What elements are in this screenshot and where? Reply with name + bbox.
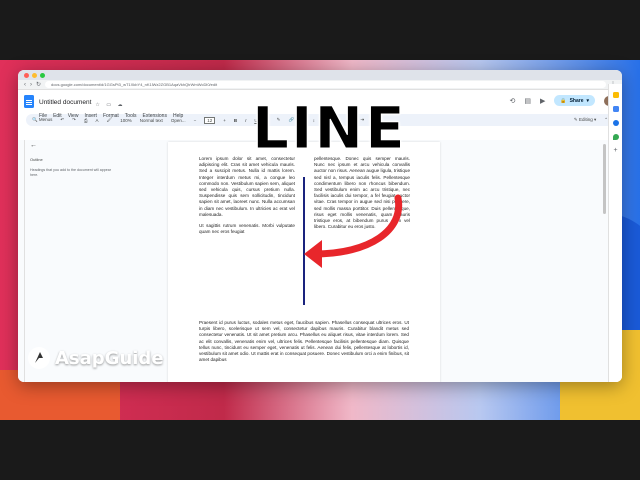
close-window-icon[interactable] bbox=[24, 72, 29, 78]
outline-label: Outline bbox=[30, 157, 43, 162]
menu-tools[interactable]: Tools bbox=[125, 113, 137, 119]
italic-icon[interactable]: I bbox=[245, 118, 246, 123]
lock-icon: 🔒 bbox=[560, 97, 567, 104]
minimize-window-icon[interactable] bbox=[32, 72, 37, 78]
menu-edit[interactable]: Edit bbox=[53, 113, 62, 119]
overlay-title: LINE bbox=[252, 94, 407, 162]
share-button[interactable]: 🔒 Share ▾ bbox=[554, 95, 595, 106]
paragraph[interactable]: Ut sagittis rutrum venenatis. Morbi vulp… bbox=[199, 223, 295, 235]
address-bar: ‹ › ↻ docs.google.com/document/d/1GGsPt3… bbox=[18, 80, 622, 90]
browser-tab-bar bbox=[18, 70, 622, 80]
menu-format[interactable]: Format bbox=[103, 113, 119, 119]
window-controls bbox=[24, 72, 45, 78]
letterbox-top bbox=[0, 0, 640, 60]
paragraph[interactable]: Lorem ipsum dolor sit amet, consectetur … bbox=[199, 156, 295, 218]
tasks-icon[interactable] bbox=[612, 106, 619, 112]
editing-mode-label: Editing bbox=[578, 117, 593, 122]
menu-file[interactable]: File bbox=[39, 113, 47, 119]
menu-insert[interactable]: Insert bbox=[84, 113, 97, 119]
title-icons: ☆ ▭ ☁ bbox=[95, 93, 124, 111]
menu-bar: File Edit View Insert Format Tools Exten… bbox=[39, 113, 183, 119]
menu-help[interactable]: Help bbox=[173, 113, 183, 119]
back-arrow-icon[interactable]: ← bbox=[30, 142, 120, 149]
comment-icon[interactable]: ▤ bbox=[524, 97, 531, 105]
bold-icon[interactable]: B bbox=[234, 118, 237, 123]
keep-icon[interactable] bbox=[612, 92, 619, 98]
title-block: Untitled document ☆ ▭ ☁ File Edit View I… bbox=[39, 93, 183, 120]
outline-hint: Headings that you add to the document wi… bbox=[30, 168, 111, 177]
chevron-down-icon: ▾ bbox=[586, 97, 589, 104]
document-title[interactable]: Untitled document bbox=[39, 99, 91, 106]
move-folder-icon[interactable]: ▭ bbox=[106, 102, 111, 108]
history-icon[interactable]: ⟲ bbox=[509, 97, 515, 105]
back-icon[interactable]: ‹ bbox=[24, 81, 26, 89]
scrollbar-thumb[interactable] bbox=[603, 144, 606, 214]
forward-icon[interactable]: › bbox=[30, 81, 32, 89]
maximize-window-icon[interactable] bbox=[40, 72, 45, 78]
vertical-ruler bbox=[20, 140, 25, 382]
maps-icon[interactable] bbox=[612, 134, 619, 140]
brand-watermark: AsapGuide bbox=[28, 347, 164, 369]
brand-name: AsapGuide bbox=[55, 347, 164, 369]
font-size-decrease[interactable]: − bbox=[194, 118, 197, 123]
brand-logo-icon bbox=[28, 347, 50, 369]
reload-icon[interactable]: ↻ bbox=[36, 81, 41, 89]
contacts-icon[interactable] bbox=[612, 120, 619, 126]
side-panel: + bbox=[608, 84, 622, 382]
header-actions: ⟲ ▤ ▶ 🔒 Share ▾ bbox=[509, 95, 614, 106]
menu-view[interactable]: View bbox=[68, 113, 79, 119]
red-arrow-icon bbox=[304, 194, 403, 268]
editing-mode-select[interactable]: ✎ Editing ▾ bbox=[574, 117, 596, 123]
add-addon-icon[interactable]: + bbox=[613, 147, 619, 154]
outline-panel: ← Outline Headings that you add to the d… bbox=[30, 142, 120, 178]
column-left[interactable]: Lorem ipsum dolor sit amet, consectetur … bbox=[199, 156, 295, 240]
doc-title-row: Untitled document ☆ ▭ ☁ bbox=[39, 93, 183, 111]
url-input[interactable]: docs.google.com/document/d/1GGsPt3_wT1Xk… bbox=[45, 81, 606, 88]
star-icon[interactable]: ☆ bbox=[95, 102, 99, 108]
font-size-input[interactable]: 12 bbox=[204, 116, 216, 124]
font-size-increase[interactable]: + bbox=[223, 118, 226, 123]
meet-icon[interactable]: ▶ bbox=[540, 97, 545, 105]
share-label: Share bbox=[569, 97, 584, 104]
scrollbar[interactable] bbox=[603, 142, 606, 292]
letterbox-bottom bbox=[0, 420, 640, 480]
menu-extensions[interactable]: Extensions bbox=[142, 113, 166, 119]
paragraph-full-width[interactable]: Praesent id purus luctus, sodales metus … bbox=[199, 320, 409, 363]
cloud-status-icon[interactable]: ☁ bbox=[118, 102, 123, 108]
docs-logo-icon[interactable] bbox=[24, 95, 34, 108]
